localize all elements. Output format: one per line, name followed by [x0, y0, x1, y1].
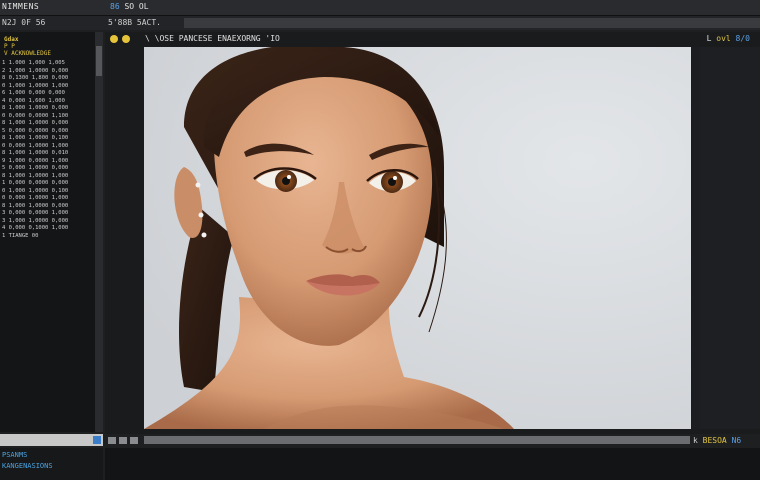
detail-view-icon[interactable]	[130, 437, 138, 444]
code-line: 3 1,000 1,0000 0,000	[2, 217, 69, 224]
tab-left-label[interactable]: N2J 0F 56	[2, 18, 45, 27]
list-view-icon[interactable]	[119, 437, 127, 444]
portrait-image	[144, 47, 691, 429]
left-panel-header: Gdax	[4, 36, 19, 43]
code-line: 1 TIANGE 00	[2, 232, 39, 239]
status-value: N6	[731, 436, 742, 445]
left-status-line-2: KANGENASIONS	[2, 462, 53, 470]
code-line: 0 1,000 1,0000 1,000	[2, 82, 69, 89]
menu-file-label[interactable]: 86 SO OL	[110, 2, 149, 11]
record-icon[interactable]	[110, 35, 118, 43]
toolbar-right-label: L	[706, 34, 712, 43]
toolbar-right-controls[interactable]: L ovl 8/0	[707, 34, 750, 43]
status-bar	[105, 448, 760, 480]
code-line: 8 1,000 1,0000 0,010	[2, 150, 69, 156]
code-line: 4 0,000 0,1000 1,000	[2, 225, 69, 231]
code-line: 0 0,000 0,0000 1,100	[2, 112, 69, 119]
tab-strip	[184, 18, 760, 28]
canvas-vertical-scrollbar[interactable]	[692, 47, 700, 429]
editor-toolbar: \ \OSE PANCESE ENAEXORNG 'IO L ovl 8/0	[105, 32, 760, 46]
code-line: 8 1,000 1,0000 0,000	[2, 120, 69, 126]
left-panel-lines: 1 1.000 1,000 1,005 2 1,000 1,0000 0,000…	[2, 60, 88, 240]
view-mode-buttons	[108, 436, 142, 446]
toolbar-right-value: ovl	[716, 34, 731, 43]
left-status-line-1: PSANMS	[2, 451, 28, 459]
right-gutter	[700, 47, 760, 429]
left-panel-footer	[0, 434, 103, 446]
tab-bar: N2J 0F 56 5'88B 5ACT.	[0, 16, 760, 30]
tab-right-label[interactable]: 5'88B 5ACT.	[108, 18, 161, 27]
code-line: 2 1,000 1,0000 0,000	[2, 67, 69, 74]
toolbar-right-zoom: 8/0	[735, 34, 750, 43]
code-line: 6 1,000 0,000 0,000	[2, 90, 65, 96]
left-status-area: PSANMS KANGENASIONS	[0, 448, 103, 480]
status-k: k	[693, 436, 698, 445]
code-line: 3 0,000 0,0000 1,000	[2, 210, 69, 216]
code-line: 8 1,000 1,0000 1,000	[2, 172, 69, 179]
left-scrollbar[interactable]	[95, 32, 103, 432]
document-title: \ \OSE PANCESE ENAEXORNG 'IO	[145, 34, 280, 43]
menu-bar: NIMMENS 86 SO OL	[0, 0, 760, 16]
menu-file-text: SO OL	[124, 2, 149, 11]
menu-app-label[interactable]: NIMMENS	[2, 2, 39, 11]
code-line: 0 1,000 1,0000 0,100	[2, 187, 69, 194]
left-scrollbar-thumb[interactable]	[96, 46, 102, 76]
code-line: 0 0,000 1,0000 1,000	[2, 195, 69, 201]
pause-icon[interactable]	[122, 35, 130, 43]
left-footer-button[interactable]	[93, 436, 101, 444]
code-line: 8 1,000 1,0000 0,100	[2, 135, 69, 141]
code-line: 5 0,000 1,0000 0,000	[2, 165, 69, 171]
code-line: 8 0,1300 1,800 0,000	[2, 75, 69, 81]
code-line: 9 1,000 0,0000 1,000	[2, 157, 69, 164]
image-canvas[interactable]	[144, 47, 691, 429]
code-line: 1 1.000 1,000 1,005	[2, 60, 65, 66]
code-line: 4 0,000 1,600 1,000	[2, 97, 65, 104]
code-line: 1 0,000 0,0000 0,000	[2, 180, 69, 186]
left-panel: Gdax P P V ACKNOWLEDGE 1 1.000 1,000 1,0…	[0, 32, 95, 432]
left-panel-subheader: P P	[4, 43, 15, 50]
code-line: 8 1,000 1,0000 0,000	[2, 105, 69, 111]
grid-view-icon[interactable]	[108, 437, 116, 444]
code-line: 0 0,000 1,0000 1,000	[2, 142, 69, 149]
left-panel-section-label: V ACKNOWLEDGE	[4, 50, 51, 57]
code-line: 8 1,000 1,0000 0,000	[2, 202, 69, 209]
code-line: 5 0,000 0,0000 0,000	[2, 127, 69, 134]
canvas-horizontal-scrollbar[interactable]	[144, 436, 690, 444]
menu-file-number: 86	[110, 2, 120, 11]
bottom-status-right: k BESOA N6	[693, 436, 760, 446]
status-mode: BESOA	[702, 436, 727, 445]
